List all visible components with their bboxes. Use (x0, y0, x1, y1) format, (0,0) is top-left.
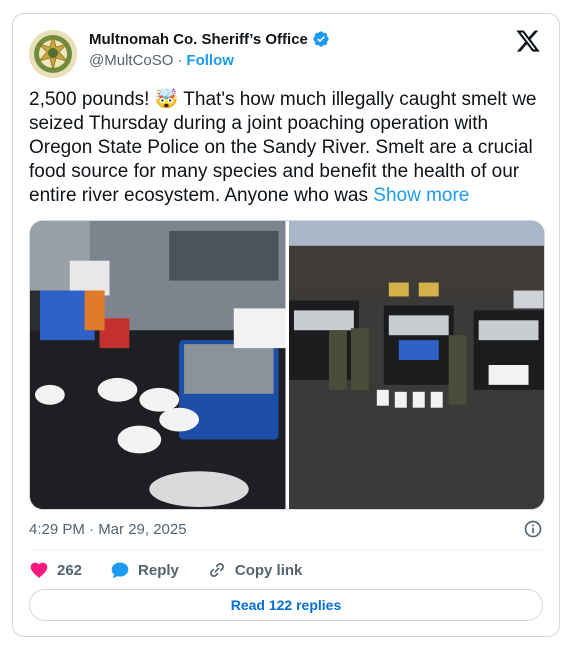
avatar[interactable] (29, 30, 77, 78)
tweet-header: Multnomah Co. Sheriff’s Office @MultCoSO… (29, 28, 543, 78)
officers-trucks-photo-icon (288, 221, 544, 509)
handle-row: @MultCoSO · Follow (89, 52, 330, 69)
divider (29, 549, 543, 550)
display-name[interactable]: Multnomah Co. Sheriff’s Office (89, 31, 308, 48)
name-row: Multnomah Co. Sheriff’s Office (89, 30, 330, 48)
media-grid (29, 220, 545, 510)
photo-smelt-coolers[interactable] (30, 221, 286, 509)
separator-dot: · (177, 52, 183, 69)
link-icon (209, 563, 224, 577)
reply-bubble-icon (111, 562, 129, 578)
like-count: 262 (57, 561, 83, 579)
action-bar: 262 Reply Copy link (29, 558, 302, 582)
copy-link-button[interactable]: Copy link (207, 560, 303, 580)
like-button[interactable]: 262 (29, 560, 82, 580)
reply-button[interactable]: Reply (110, 560, 179, 580)
follow-button[interactable]: Follow (186, 52, 234, 69)
x-logo-icon[interactable] (515, 28, 541, 54)
sheriff-badge-icon (29, 30, 77, 78)
read-replies-button[interactable]: Read 122 replies (29, 589, 543, 621)
tweet-card: Multnomah Co. Sheriff’s Office @MultCoSO… (12, 13, 560, 637)
info-icon[interactable] (523, 519, 543, 539)
tweet-text: 2,500 pounds! 🤯 That's how much illegall… (29, 88, 549, 208)
account-info: Multnomah Co. Sheriff’s Office @MultCoSO… (89, 30, 330, 69)
photo-officers-trucks[interactable] (288, 221, 544, 509)
smelt-coolers-photo-icon (30, 221, 286, 509)
copy-link-label: Copy link (234, 561, 303, 579)
reply-label: Reply (138, 561, 179, 579)
timestamp[interactable]: 4:29 PM · Mar 29, 2025 (29, 521, 187, 538)
show-more-link[interactable]: Show more (373, 185, 469, 206)
timestamp-row: 4:29 PM · Mar 29, 2025 (29, 518, 543, 540)
handle[interactable]: @MultCoSO (89, 52, 173, 69)
heart-icon (30, 562, 48, 578)
verified-badge-icon (313, 31, 329, 47)
